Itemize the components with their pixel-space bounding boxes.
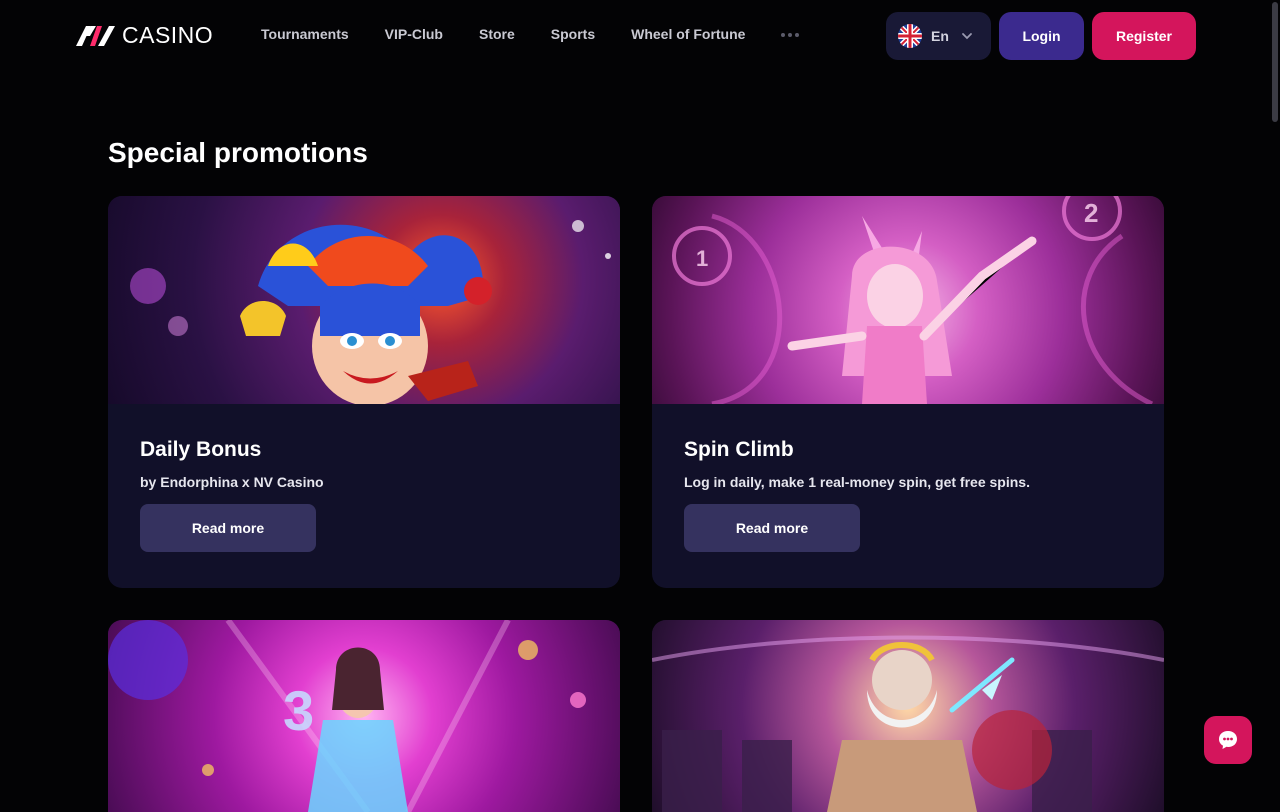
promo-title: Daily Bonus: [140, 438, 262, 461]
promo-description: Log in daily, make 1 real-money spin, ge…: [684, 474, 1030, 490]
nav-sports[interactable]: Sports: [551, 26, 595, 42]
uk-flag-icon: [898, 24, 922, 48]
nv-logo-icon: [76, 25, 115, 46]
svg-text:2: 2: [1084, 198, 1098, 228]
nav-store[interactable]: Store: [479, 26, 515, 42]
login-button[interactable]: Login: [999, 12, 1084, 60]
more-dots-icon[interactable]: [781, 33, 800, 37]
promo-card-spin-climb[interactable]: 1 2 Spin Climb Log in daily, make 1 real…: [652, 196, 1164, 588]
logo-text: CASINO: [122, 22, 214, 48]
nav-tournaments[interactable]: Tournaments: [261, 26, 349, 42]
page-title: Special promotions: [108, 137, 368, 168]
chat-button[interactable]: [1204, 716, 1252, 764]
promo-image: [108, 196, 620, 404]
scrollbar-thumb[interactable]: [1272, 2, 1278, 122]
promo-image: [652, 620, 1164, 812]
nav-wheel-of-fortune[interactable]: Wheel of Fortune: [631, 26, 745, 42]
nv-casino-logo[interactable]: CASINO: [76, 22, 213, 49]
chevron-down-icon: [962, 33, 972, 40]
language-selector[interactable]: En: [886, 12, 991, 60]
promo-card[interactable]: 3: [108, 620, 620, 812]
promo-image: 3: [108, 620, 620, 812]
main-nav: Tournaments VIP-Club Store Sports Wheel …: [261, 26, 800, 42]
language-label: En: [931, 28, 949, 44]
promo-card-daily-bonus[interactable]: Daily Bonus by Endorphina x NV Casino Re…: [108, 196, 620, 588]
chat-bubble-icon: [1219, 731, 1237, 749]
read-more-button[interactable]: Read more: [684, 504, 860, 552]
top-header: CASINO Tournaments VIP-Club Store Sports…: [0, 0, 1280, 72]
promo-description: by Endorphina x NV Casino: [140, 474, 324, 490]
svg-text:1: 1: [696, 246, 708, 271]
read-more-button[interactable]: Read more: [140, 504, 316, 552]
promo-card[interactable]: [652, 620, 1164, 812]
nav-vip-club[interactable]: VIP-Club: [385, 26, 443, 42]
promo-title: Spin Climb: [684, 438, 794, 461]
promo-image: 1 2: [652, 196, 1164, 404]
promo-card-body: Daily Bonus by Endorphina x NV Casino Re…: [108, 404, 620, 588]
page-scrollbar[interactable]: [1270, 0, 1280, 812]
register-button[interactable]: Register: [1092, 12, 1196, 60]
promo-card-body: Spin Climb Log in daily, make 1 real-mon…: [652, 404, 1164, 588]
svg-text:3: 3: [283, 679, 314, 742]
